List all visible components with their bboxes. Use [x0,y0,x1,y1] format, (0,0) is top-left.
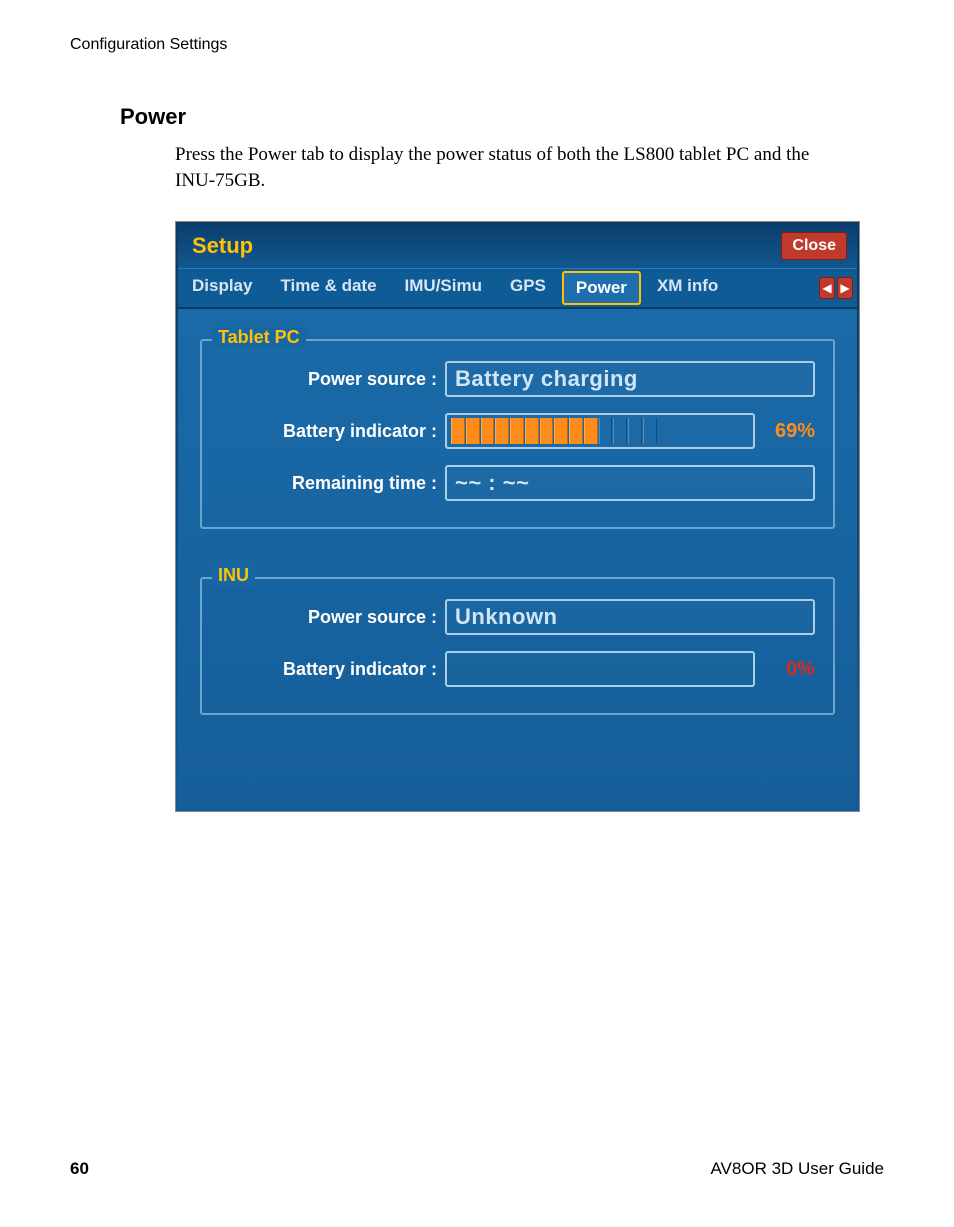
guide-title: AV8OR 3D User Guide [710,1159,884,1179]
section-body-text: Press the Power tab to display the power… [175,142,824,193]
tab-xm-info[interactable]: XM info [643,269,732,307]
tab-scroll-right-icon[interactable]: ▶ [837,277,853,299]
battery-segments-tablet [451,418,749,444]
tab-time-and-date[interactable]: Time & date [266,269,390,307]
value-box-inu-power-source: Unknown [445,599,815,635]
group-tablet-pc: Tablet PC Power source : Battery chargin… [200,339,835,529]
page-header: Configuration Settings [70,36,884,54]
tab-gps[interactable]: GPS [496,269,560,307]
window-title-bar: Setup Close [178,224,857,268]
setup-window: Setup Close Display Time & date IMU/Simu… [178,224,857,809]
page-number: 60 [70,1159,89,1179]
tab-scroll-left-icon[interactable]: ◀ [819,277,835,299]
setup-screenshot: Setup Close Display Time & date IMU/Simu… [175,221,860,812]
tab-imu-simu[interactable]: IMU/Simu [391,269,496,307]
group-legend-inu: INU [212,565,255,586]
group-inu: INU Power source : Unknown Battery indic… [200,577,835,715]
label-inu-power-source: Power source : [220,607,445,628]
row-tablet-power-source: Power source : Battery charging [220,361,815,397]
battery-percent-inu: 0% [755,658,815,681]
section-title-power: Power [120,104,884,130]
value-box-tablet-remaining-time: ~~ : ~~ [445,465,815,501]
label-tablet-battery-indicator: Battery indicator : [220,421,445,442]
battery-percent-tablet: 69% [755,420,815,443]
label-inu-battery-indicator: Battery indicator : [220,659,445,680]
window-title: Setup [192,233,253,259]
page-footer: 60 AV8OR 3D User Guide [70,1159,884,1179]
row-inu-battery-indicator: Battery indicator : 0% [220,651,815,687]
close-button[interactable]: Close [781,232,847,260]
row-tablet-battery-indicator: Battery indicator : 69% [220,413,815,449]
panel-body: Tablet PC Power source : Battery chargin… [178,309,857,809]
tab-bar: Display Time & date IMU/Simu GPS Power X… [178,268,857,309]
tab-power[interactable]: Power [562,271,641,305]
value-tablet-power-source: Battery charging [455,366,638,392]
label-tablet-power-source: Power source : [220,369,445,390]
battery-bar-tablet [445,413,755,449]
row-tablet-remaining-time: Remaining time : ~~ : ~~ [220,465,815,501]
battery-bar-inu [445,651,755,687]
value-box-tablet-power-source: Battery charging [445,361,815,397]
tab-display[interactable]: Display [178,269,266,307]
row-inu-power-source: Power source : Unknown [220,599,815,635]
tab-scroll-buttons: ◀ ▶ [815,269,857,307]
label-tablet-remaining-time: Remaining time : [220,473,445,494]
battery-segments-inu [451,656,749,682]
value-inu-power-source: Unknown [455,604,558,630]
value-tablet-remaining-time: ~~ : ~~ [455,470,529,496]
group-legend-tablet: Tablet PC [212,327,306,348]
